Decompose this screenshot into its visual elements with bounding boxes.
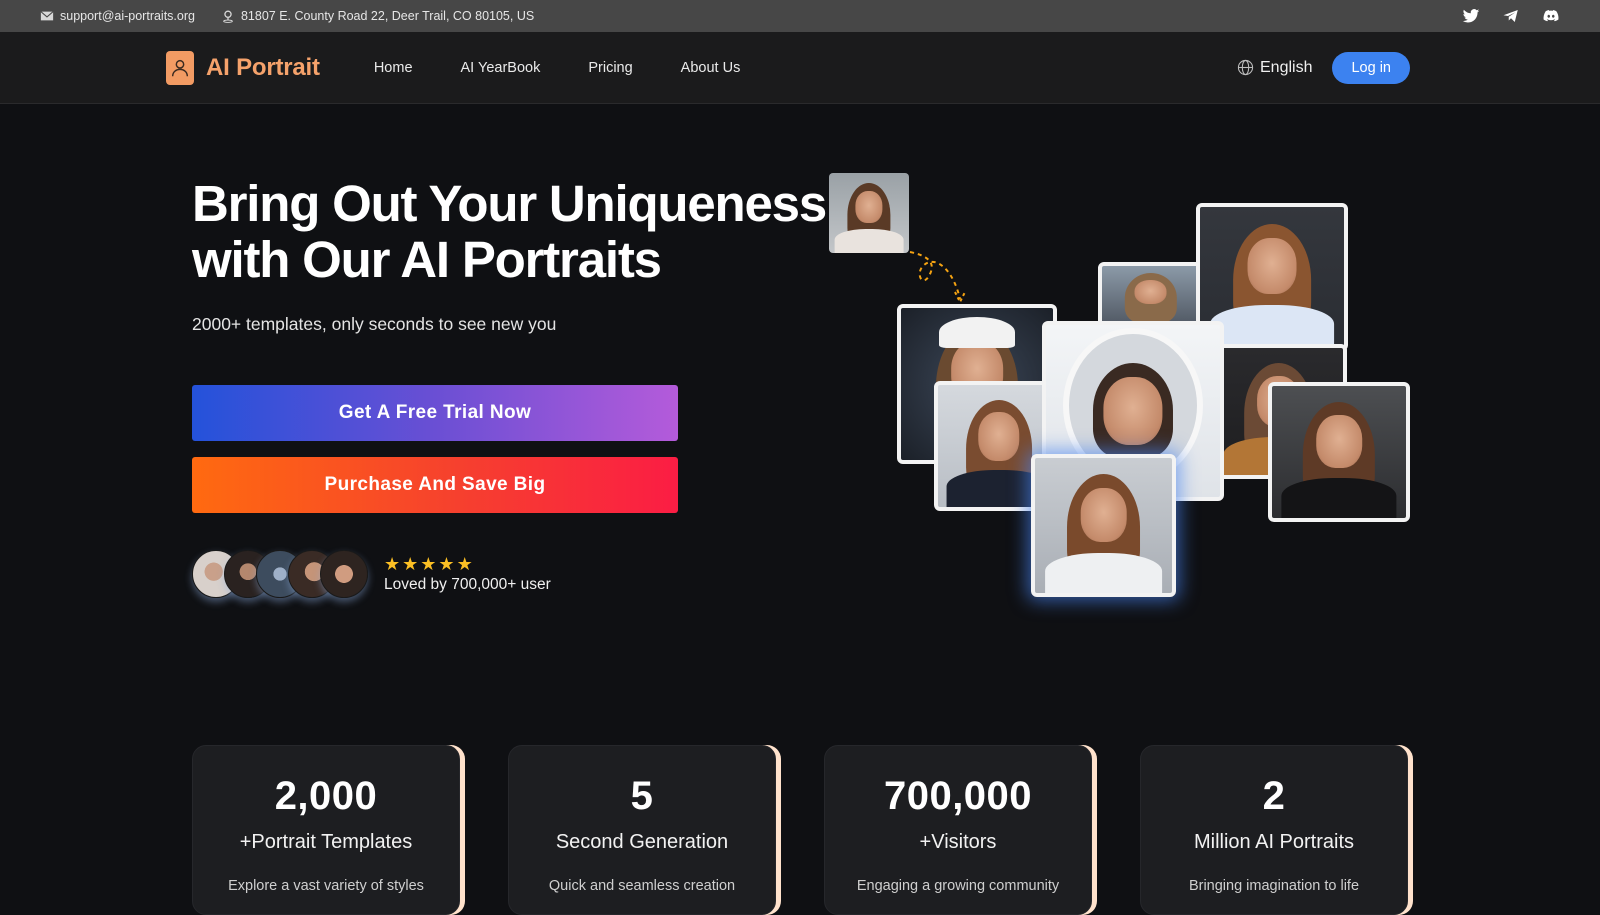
dashed-arrow-icon	[909, 251, 966, 305]
hero-title-line1: Bring Out Your Uniqueness	[192, 175, 827, 232]
email-text: support@ai-portraits.org	[60, 9, 195, 23]
main-navbar: AI Portrait Home AI YearBook Pricing Abo…	[0, 32, 1600, 104]
stat-number: 700,000	[883, 774, 1033, 818]
location-pin-icon	[223, 10, 233, 23]
loved-by-text: Loved by 700,000+ user	[384, 575, 551, 593]
stat-card-portraits: 2 Million AI Portraits Bringing imaginat…	[1140, 745, 1408, 915]
star-icon: ★	[384, 553, 401, 574]
stat-label: Million AI Portraits	[1193, 831, 1355, 853]
hero-subtitle: 2000+ templates, only seconds to see new…	[192, 314, 557, 334]
star-icon: ★	[420, 553, 437, 574]
contact-address: 81807 E. County Road 22, Deer Trail, CO …	[221, 9, 534, 23]
nav-ai-yearbook[interactable]: AI YearBook	[437, 60, 565, 76]
stat-label: +Portrait Templates	[239, 831, 413, 853]
telegram-icon[interactable]	[1502, 7, 1520, 25]
social-proof: ★ ★ ★ ★ ★ Loved by 700,000+ user	[192, 550, 551, 598]
hero-title-line2: with Our AI Portraits	[192, 231, 662, 288]
globe-icon	[1237, 59, 1254, 76]
user-portrait-icon	[166, 50, 194, 85]
login-button[interactable]: Log in	[1332, 51, 1410, 84]
nav-about-us[interactable]: About Us	[657, 60, 765, 76]
stat-label: +Visitors	[919, 831, 997, 853]
stat-number: 5	[630, 774, 654, 818]
stat-label: Second Generation	[555, 831, 729, 853]
stats-section: 2,000 +Portrait Templates Explore a vast…	[192, 745, 1408, 915]
nav-right: English Log in	[1237, 51, 1410, 84]
nav-pricing[interactable]: Pricing	[564, 60, 656, 76]
mail-icon	[40, 11, 54, 21]
avatar	[320, 550, 368, 598]
language-label: English	[1260, 58, 1313, 76]
user-avatars	[192, 550, 368, 598]
stat-card-visitors: 700,000 +Visitors Engaging a growing com…	[824, 745, 1092, 915]
free-trial-button[interactable]: Get A Free Trial Now	[192, 385, 678, 441]
purchase-button[interactable]: Purchase And Save Big	[192, 457, 678, 513]
brand-name: AI Portrait	[206, 53, 320, 81]
top-info-bar: support@ai-portraits.org 81807 E. County…	[0, 0, 1600, 32]
star-icon: ★	[438, 553, 455, 574]
stat-description: Explore a vast variety of styles	[228, 878, 424, 894]
hero-title: Bring Out Your Uniqueness with Our AI Po…	[192, 176, 832, 288]
contact-email[interactable]: support@ai-portraits.org	[40, 9, 195, 23]
stat-card-templates: 2,000 +Portrait Templates Explore a vast…	[192, 745, 460, 915]
language-selector[interactable]: English	[1237, 59, 1312, 77]
stat-number: 2,000	[274, 774, 378, 818]
portrait-business-professional	[1268, 382, 1410, 522]
star-icon: ★	[456, 553, 473, 574]
discord-icon[interactable]	[1542, 7, 1560, 25]
twitter-icon[interactable]	[1462, 7, 1480, 25]
brand-logo-link[interactable]: AI Portrait	[166, 50, 320, 85]
portrait-scientist	[1031, 454, 1176, 597]
rating-block: ★ ★ ★ ★ ★ Loved by 700,000+ user	[384, 555, 551, 594]
nav-links: Home AI YearBook Pricing About Us	[350, 60, 765, 76]
portrait-original	[829, 173, 909, 253]
social-links	[1462, 7, 1560, 25]
star-icon: ★	[402, 553, 419, 574]
star-rating: ★ ★ ★ ★ ★	[384, 555, 551, 573]
stat-card-generation: 5 Second Generation Quick and seamless c…	[508, 745, 776, 915]
address-text: 81807 E. County Road 22, Deer Trail, CO …	[240, 9, 535, 23]
stat-description: Engaging a growing community	[856, 878, 1060, 894]
stat-number: 2	[1262, 774, 1286, 818]
nav-home[interactable]: Home	[350, 60, 437, 76]
stat-description: Bringing imagination to life	[1188, 878, 1360, 894]
hero-section: Bring Out Your Uniqueness with Our AI Po…	[0, 104, 1600, 729]
stat-description: Quick and seamless creation	[548, 878, 736, 894]
